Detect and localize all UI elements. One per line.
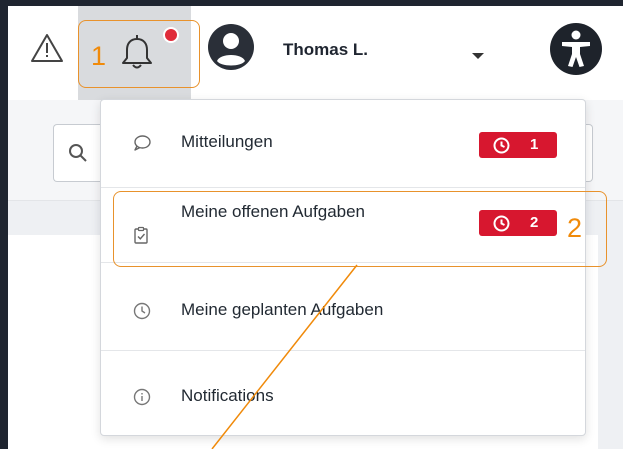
page: Thomas L. Mitteilungen 1 Meine offenen A…: [0, 0, 623, 449]
annotation-pointer-line: [211, 264, 358, 449]
